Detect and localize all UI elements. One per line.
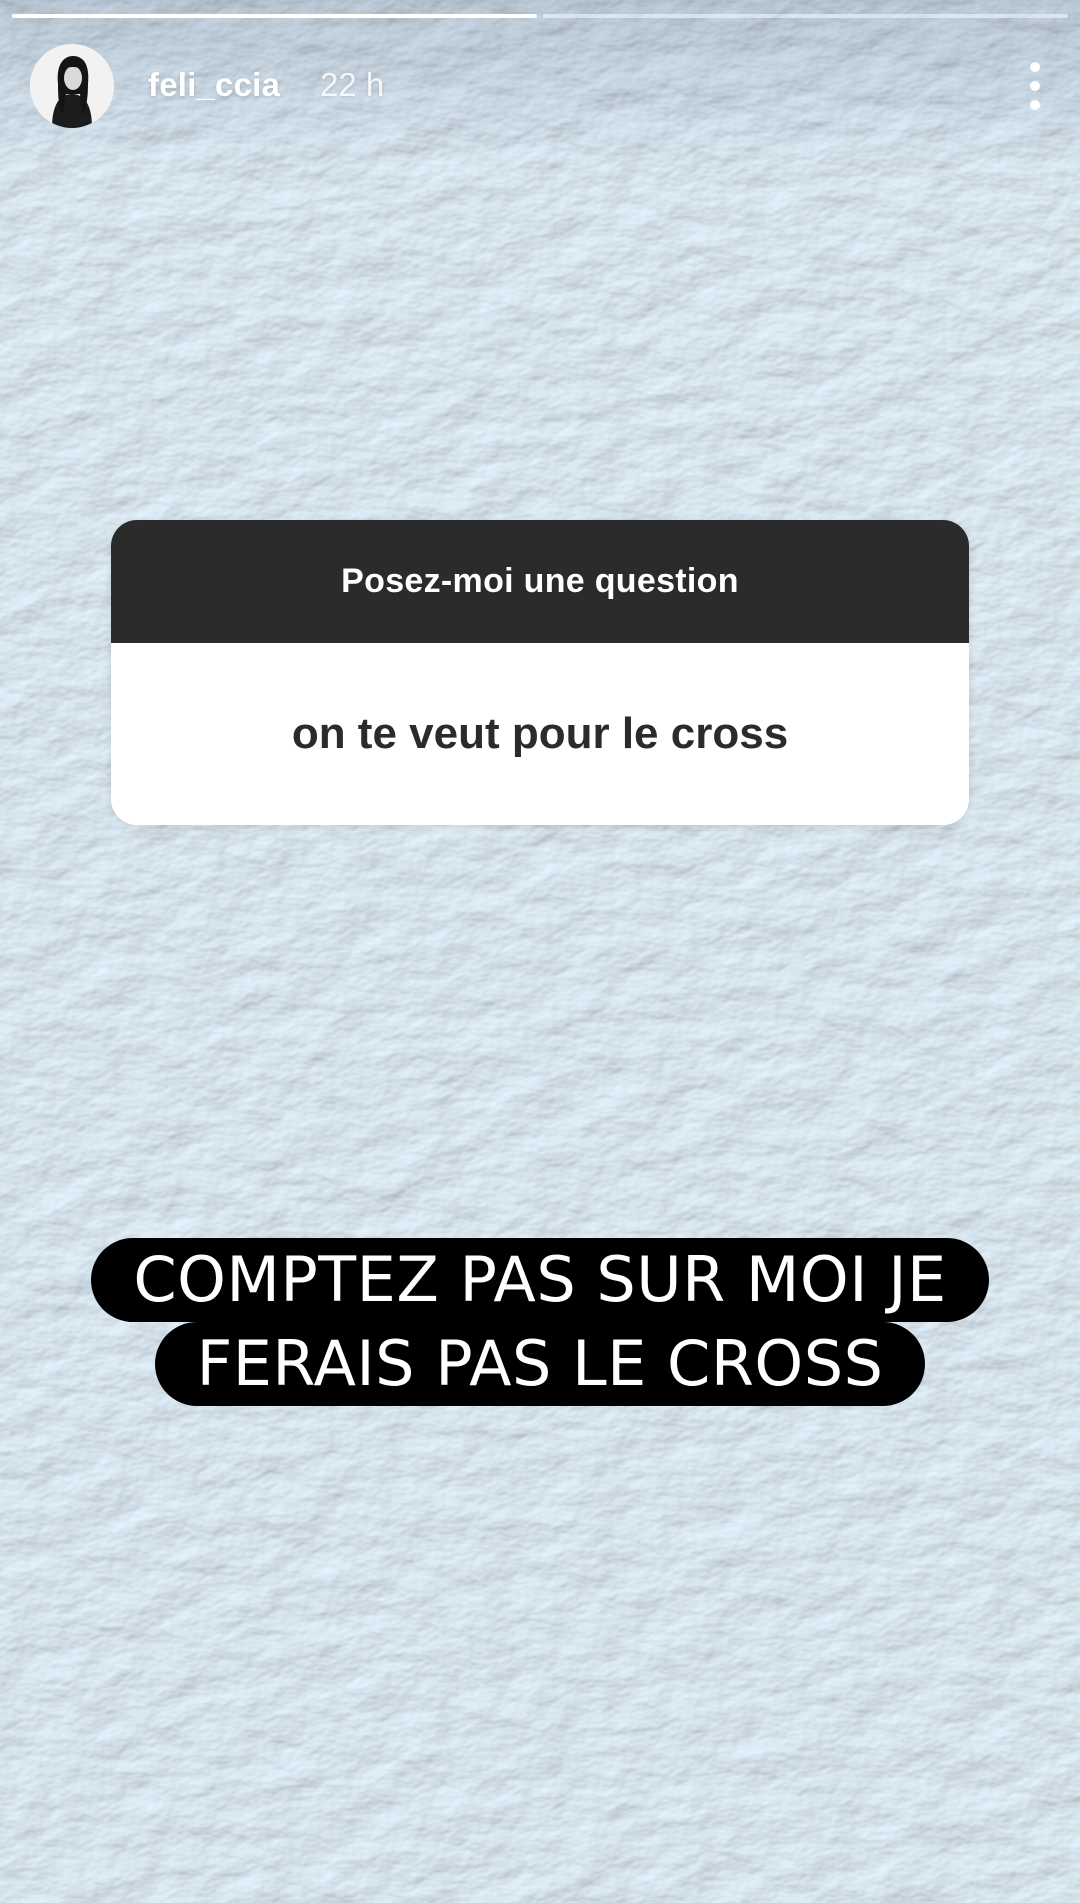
story-header: feli_ccia 22 h	[30, 44, 1056, 128]
textured-wall-background	[0, 0, 1080, 1903]
username[interactable]: feli_ccia	[148, 66, 280, 104]
question-sticker[interactable]: Posez-moi une question on te veut pour l…	[111, 520, 969, 825]
story-viewer[interactable]: feli_ccia 22 h Posez-moi une question on…	[0, 0, 1080, 1903]
avatar[interactable]	[30, 44, 114, 128]
caption-line-2: FERAIS PAS LE CROSS	[154, 1322, 926, 1406]
story-progress-bar	[12, 14, 1068, 18]
progress-segment-2	[543, 14, 1068, 18]
question-sticker-answer: on te veut pour le cross	[111, 643, 969, 825]
post-timestamp: 22 h	[320, 66, 385, 103]
more-options-button[interactable]	[1016, 56, 1056, 116]
caption-line-1: COMPTEZ PAS SUR MOI JE	[91, 1238, 989, 1322]
progress-fill-1	[12, 14, 537, 18]
profile-photo-icon	[30, 44, 114, 128]
story-caption: COMPTEZ PAS SUR MOI JE FERAIS PAS LE CRO…	[0, 1238, 1080, 1406]
question-sticker-title: Posez-moi une question	[111, 520, 969, 643]
progress-segment-1	[12, 14, 537, 18]
